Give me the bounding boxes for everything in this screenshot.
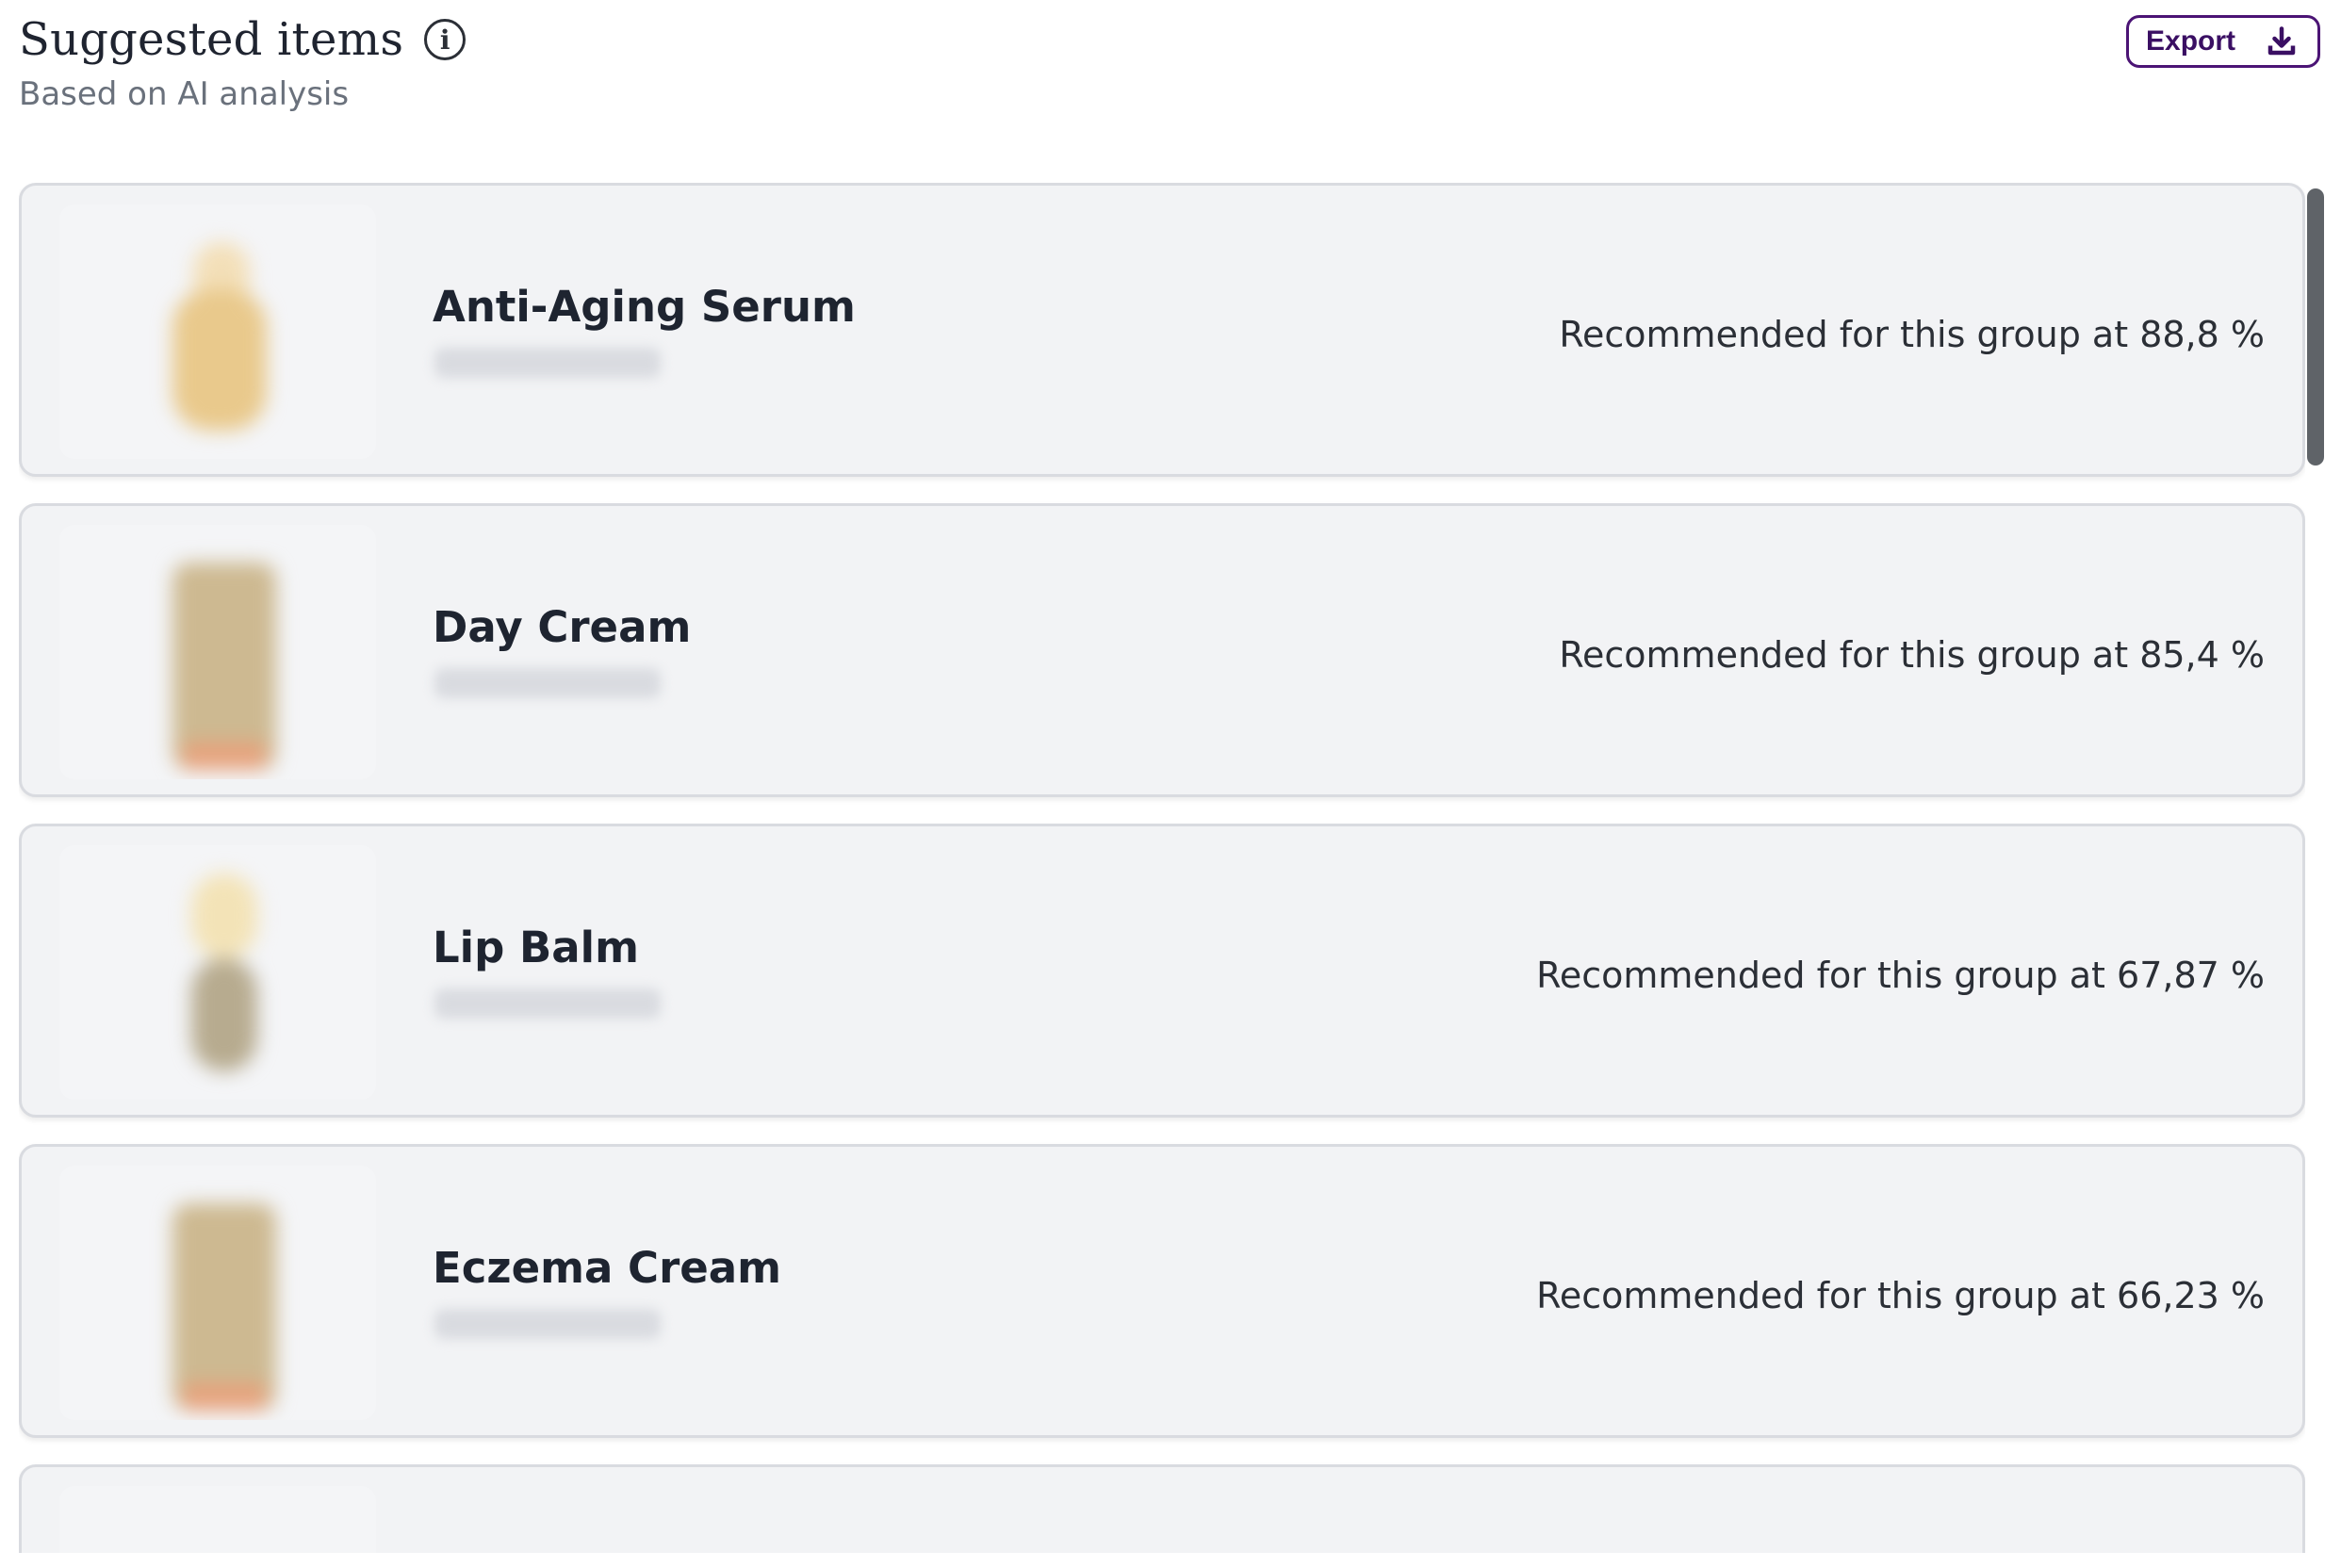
product-subtitle-blurred (434, 348, 661, 378)
export-button-label: Export (2146, 25, 2236, 57)
list-item[interactable]: Eczema Cream Recommended for this group … (19, 1144, 2305, 1438)
product-image (59, 525, 376, 779)
list-item[interactable]: Day Cream Recommended for this group at … (19, 503, 2305, 797)
export-button[interactable]: Export (2126, 15, 2320, 68)
product-subtitle-blurred (434, 668, 661, 698)
product-image (59, 204, 376, 459)
title-row: Suggested items i (19, 13, 2341, 66)
product-subtitle-blurred (434, 1309, 661, 1339)
product-image (59, 1486, 376, 1553)
info-icon[interactable]: i (424, 19, 467, 60)
product-image (59, 845, 376, 1100)
list-item[interactable]: Anti-Aging Serum Recommended for this gr… (19, 183, 2305, 477)
product-name: Day Cream (433, 602, 692, 652)
product-subtitle-blurred (434, 988, 661, 1019)
list-item[interactable]: Lip Balm Recommended for this group at 6… (19, 824, 2305, 1118)
suggested-items-list[interactable]: Anti-Aging Serum Recommended for this gr… (19, 183, 2305, 1553)
recommendation-score: Recommended for this group at 88,8 % (1559, 314, 2265, 355)
product-name: Eczema Cream (433, 1243, 782, 1293)
page-subtitle: Based on AI analysis (19, 75, 350, 113)
product-name: Lip Balm (433, 923, 639, 972)
list-item[interactable] (19, 1464, 2305, 1553)
recommendation-score: Recommended for this group at 67,87 % (1536, 955, 2265, 996)
page-title: Suggested items (19, 13, 404, 66)
recommendation-score: Recommended for this group at 85,4 % (1559, 634, 2265, 676)
download-icon (2267, 26, 2296, 56)
recommendation-score: Recommended for this group at 66,23 % (1536, 1275, 2265, 1316)
scrollbar-thumb[interactable] (2307, 188, 2324, 466)
product-image (59, 1166, 376, 1420)
page-header: Suggested items i Based on AI analysis (19, 13, 2341, 126)
product-name: Anti-Aging Serum (433, 282, 856, 332)
